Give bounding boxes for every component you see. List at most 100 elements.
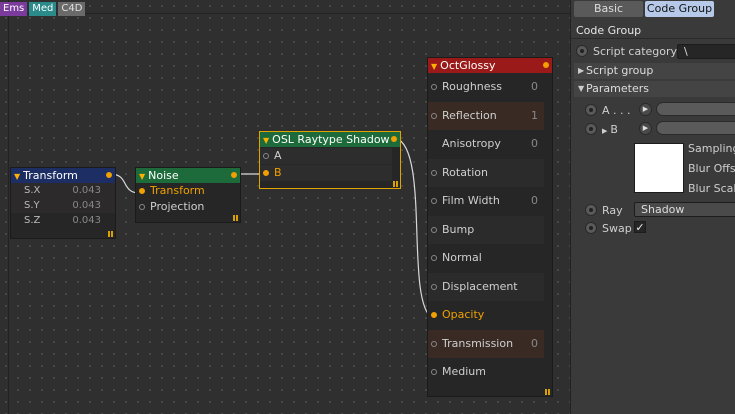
collapse-triangle-icon[interactable]: ▼	[578, 81, 584, 97]
row-label: S.Z	[24, 215, 41, 226]
row-value: 0.043	[72, 215, 101, 226]
param-a-shader-slot[interactable]	[656, 102, 735, 116]
noise-node[interactable]: ▼ Noise Transform Projection	[135, 167, 241, 223]
transform-node-header[interactable]: ▼ Transform	[11, 168, 115, 183]
glossy-input-medium[interactable]: Medium	[428, 358, 544, 387]
noise-input-projection[interactable]: Projection	[136, 199, 240, 215]
collapse-triangle-icon[interactable]: ▼	[431, 62, 437, 71]
ray-radio-icon[interactable]	[585, 204, 597, 216]
input-pin[interactable]	[431, 112, 437, 119]
transform-row-sz[interactable]: S.Z 0.043	[11, 213, 115, 228]
input-pin[interactable]	[431, 169, 437, 176]
swap-checkbox[interactable]: ✓	[634, 221, 646, 233]
row-label: S.Y	[24, 200, 40, 211]
glossy-input-displacement[interactable]: Displacement	[428, 272, 544, 301]
sampling-label: Sampling	[688, 142, 735, 155]
tab-basic[interactable]: Basic	[574, 1, 643, 17]
transform-row-sx[interactable]: S.X 0.043	[11, 183, 115, 198]
input-pin[interactable]	[431, 340, 437, 347]
input-label: Displacement	[442, 279, 518, 293]
param-b-link-button[interactable]: ▶	[639, 122, 652, 135]
parameters-label: Parameters	[586, 82, 649, 95]
input-pin[interactable]	[431, 255, 437, 261]
input-pin[interactable]	[139, 188, 145, 194]
osl-input-a[interactable]: A	[260, 148, 392, 164]
swap-label: Swap	[602, 222, 632, 235]
glossy-node-header[interactable]: ▼ OctGlossy	[428, 58, 552, 73]
octglossy-node[interactable]: ▼ OctGlossy Roughness 0 Reflection 1 Anisot…	[427, 57, 553, 397]
tab-med[interactable]: Med	[29, 2, 57, 16]
input-pin[interactable]	[431, 369, 437, 375]
glossy-input-transmission[interactable]: Transmission 0	[428, 329, 544, 358]
resize-grip-icon[interactable]	[393, 181, 399, 187]
glossy-input-normal[interactable]: Normal	[428, 244, 544, 273]
input-value: 0	[531, 336, 538, 350]
resize-grip-icon[interactable]	[545, 389, 551, 395]
input-label: Normal	[442, 251, 482, 264]
expand-triangle-icon[interactable]: ▶	[602, 127, 607, 135]
osl-output-pin[interactable]	[391, 136, 397, 142]
noise-node-header[interactable]: ▼ Noise	[136, 168, 240, 183]
collapse-triangle-icon[interactable]: ▼	[14, 172, 20, 181]
expand-triangle-icon[interactable]: ▶	[578, 63, 584, 79]
input-label: Anisotropy	[442, 137, 501, 150]
param-a-radio-icon[interactable]	[585, 104, 597, 116]
input-pin[interactable]	[431, 312, 437, 318]
row-value: 0.043	[72, 200, 101, 211]
glossy-input-anisotropy[interactable]: Anisotropy 0	[428, 130, 544, 159]
tab-ems[interactable]: Ems	[0, 2, 28, 16]
glossy-input-opacity[interactable]: Opacity	[428, 301, 544, 330]
input-label: Film Width	[442, 194, 500, 207]
script-category-field[interactable]: \	[677, 44, 735, 59]
blur-scale-label: Blur Scale	[688, 182, 735, 195]
node-tabs: Ems Med C4D	[0, 2, 86, 16]
input-label: Opacity	[442, 308, 485, 321]
noise-output-pin[interactable]	[231, 172, 237, 178]
osl-raytype-shadow-node[interactable]: ▼ OSL Raytype Shadow A B	[259, 131, 401, 189]
glossy-input-bump[interactable]: Bump	[428, 215, 544, 244]
input-label: Transform	[150, 184, 205, 197]
tab-code-group[interactable]: Code Group	[645, 1, 714, 17]
node-editor-canvas[interactable]: Ems Med C4D ▼ Transform S.X 0.043 S.Y 0.043…	[0, 0, 570, 414]
noise-input-transform[interactable]: Transform	[136, 183, 240, 199]
collapse-triangle-icon[interactable]: ▼	[139, 172, 145, 181]
canvas-guide-vertical	[8, 0, 9, 414]
input-pin[interactable]	[431, 84, 437, 90]
input-pin[interactable]	[263, 170, 269, 176]
param-a-link-button[interactable]: ▶	[639, 103, 652, 116]
glossy-input-roughness[interactable]: Roughness 0	[428, 73, 544, 102]
param-b-shader-slot[interactable]	[656, 121, 735, 135]
glossy-input-film-width[interactable]: Film Width 0	[428, 187, 544, 216]
script-group-section[interactable]: ▶ Script group	[574, 63, 735, 79]
input-pin[interactable]	[431, 283, 437, 290]
input-label: A	[274, 149, 282, 162]
param-b-radio-icon[interactable]	[585, 123, 597, 135]
input-pin[interactable]	[263, 153, 269, 159]
input-label: Roughness	[442, 80, 503, 93]
ray-label: Ray	[602, 204, 623, 217]
glossy-node-title: OctGlossy	[440, 59, 496, 72]
osl-node-header[interactable]: ▼ OSL Raytype Shadow	[260, 132, 400, 147]
row-value: 0.043	[72, 185, 101, 196]
transform-output-pin[interactable]	[106, 172, 112, 178]
osl-input-b[interactable]: B	[260, 165, 392, 181]
swap-radio-icon[interactable]	[585, 222, 597, 234]
script-group-label: Script group	[586, 64, 654, 77]
ray-dropdown[interactable]: Shadow	[634, 202, 735, 217]
tab-c4d[interactable]: C4D	[58, 2, 86, 16]
input-pin[interactable]	[431, 198, 437, 204]
parameters-section[interactable]: ▼ Parameters	[574, 81, 735, 97]
collapse-triangle-icon[interactable]: ▼	[263, 136, 269, 145]
input-pin[interactable]	[139, 204, 145, 210]
script-category-radio-icon[interactable]	[576, 45, 588, 57]
resize-grip-icon[interactable]	[108, 231, 114, 237]
resize-grip-icon[interactable]	[233, 215, 239, 221]
transform-node[interactable]: ▼ Transform S.X 0.043 S.Y 0.043 S.Z 0.043	[10, 167, 116, 239]
texture-preview-swatch[interactable]	[634, 143, 684, 193]
glossy-input-rotation[interactable]: Rotation	[428, 158, 544, 187]
transform-row-sy[interactable]: S.Y 0.043	[11, 198, 115, 213]
panel-tabs: Basic Code Group	[574, 1, 714, 17]
glossy-input-reflection[interactable]: Reflection 1	[428, 101, 544, 130]
glossy-output-pin[interactable]	[543, 62, 549, 68]
input-pin[interactable]	[431, 226, 437, 233]
